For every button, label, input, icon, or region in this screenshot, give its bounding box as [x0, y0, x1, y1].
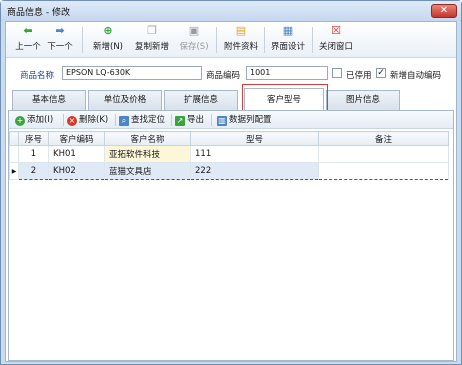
customer-code-cell[interactable]: KH01 — [48, 145, 105, 163]
column-header[interactable]: 客户名称 — [104, 131, 191, 146]
layout-icon: ▦ — [282, 24, 294, 37]
disabled-label: 已停用 — [346, 71, 372, 81]
export-button[interactable]: ↗ 导出 — [175, 114, 204, 126]
copy-new-button[interactable]: ❐ 复制新增 — [132, 25, 172, 55]
seq-cell[interactable]: 2 — [18, 162, 49, 180]
toolbar-divider — [264, 27, 265, 53]
customer-model-table: 序号 客户编码 客户名称 型号 备注 1 KH01 亚拓软件科技 111 ▶ 2… — [9, 131, 449, 180]
seq-cell[interactable]: 1 — [18, 145, 49, 163]
search-icon: ⌕ — [119, 116, 129, 126]
customer-model-panel: + 添加(I) × 删除(K) ⌕ 查找定位 ↗ 导出 ▥ 数据列配置 序号 客… — [8, 110, 454, 361]
tab-strip: 基本信息 单位及价格 扩展信息 客户型号 图片信息 — [6, 88, 456, 111]
copy-icon: ❐ — [147, 24, 157, 37]
title-bar[interactable]: 商品信息 - 修改 ✕ — [1, 1, 461, 21]
column-header[interactable]: 序号 — [18, 131, 49, 146]
toolbar-divider — [216, 27, 217, 53]
tab-customer-model[interactable]: 客户型号 — [244, 88, 324, 111]
tab-extended-info[interactable]: 扩展信息 — [164, 90, 238, 110]
left-arrow-icon: ⬅ — [23, 24, 33, 37]
column-header[interactable]: 型号 — [190, 131, 319, 146]
delete-icon: × — [67, 116, 77, 126]
right-arrow-icon: ➡ — [55, 24, 65, 37]
attachment-button[interactable]: ▤ 附件资料 — [222, 25, 260, 55]
main-toolbar: ⬅ 上一个 ➡ 下一个 ⊕ 新增(N) ❐ 复制新增 ▣ 保存(S) ▤ 附件资… — [6, 22, 456, 58]
product-form: 商品名称 EPSON LQ-630K 商品编码 1001 已停用 ✓ 新增自动编… — [6, 58, 456, 86]
model-cell[interactable]: 111 — [190, 145, 319, 163]
customer-code-cell[interactable]: KH02 — [48, 162, 105, 180]
add-icon: + — [15, 116, 25, 126]
product-name-field[interactable]: EPSON LQ-630K — [62, 66, 202, 80]
model-cell[interactable]: 222 — [190, 162, 319, 180]
toolbar-divider — [82, 27, 83, 53]
product-info-window: 商品信息 - 修改 ✕ ⬅ 上一个 ➡ 下一个 ⊕ 新增(N) ❐ 复制新增 ▣ — [0, 0, 462, 365]
customer-name-cell[interactable]: 蓝猫文具店 — [104, 162, 191, 180]
attachment-icon: ▤ — [235, 24, 247, 37]
grid-toolbar-divider — [211, 114, 212, 126]
tab-units-prices[interactable]: 单位及价格 — [88, 90, 162, 110]
table-row-selected[interactable]: ▶ 2 KH02 蓝猫文具店 222 — [9, 162, 449, 180]
column-header[interactable]: 备注 — [318, 131, 449, 146]
customer-name-cell[interactable]: 亚拓软件科技 — [104, 145, 191, 163]
remark-cell[interactable] — [318, 145, 449, 163]
column-config-button[interactable]: ▥ 数据列配置 — [217, 114, 272, 126]
toolbar-divider — [312, 27, 313, 53]
save-icon: ▣ — [188, 24, 200, 37]
next-button[interactable]: ➡ 下一个 — [46, 25, 74, 55]
close-window-button[interactable]: ☒ 关闭窗口 — [316, 25, 356, 55]
layout-design-button[interactable]: ▦ 界面设计 — [268, 25, 308, 55]
delete-row-button[interactable]: × 删除(K) — [67, 114, 108, 126]
content-area: ⬅ 上一个 ➡ 下一个 ⊕ 新增(N) ❐ 复制新增 ▣ 保存(S) ▤ 附件资… — [5, 21, 457, 362]
export-icon: ↗ — [175, 116, 185, 126]
tab-image-info[interactable]: 图片信息 — [326, 90, 400, 110]
table-header-row: 序号 客户编码 客户名称 型号 备注 — [9, 131, 449, 146]
close-window-icon: ☒ — [331, 24, 341, 37]
grid-toolbar-divider — [63, 114, 64, 126]
auto-code-label: 新增自动编码 — [390, 71, 442, 81]
find-button[interactable]: ⌕ 查找定位 — [119, 114, 165, 126]
grid-toolbar-divider — [171, 114, 172, 126]
remark-cell[interactable] — [318, 162, 449, 180]
disabled-checkbox[interactable] — [332, 68, 342, 78]
auto-code-checkbox[interactable]: ✓ — [376, 68, 386, 78]
save-button[interactable]: ▣ 保存(S) — [176, 25, 212, 55]
add-icon: ⊕ — [103, 24, 113, 37]
table-row[interactable]: 1 KH01 亚拓软件科技 111 — [9, 145, 449, 163]
product-code-field[interactable]: 1001 — [246, 66, 328, 80]
new-button[interactable]: ⊕ 新增(N) — [90, 25, 126, 55]
current-row-arrow-icon: ▶ — [9, 162, 19, 180]
grid-toolbar: + 添加(I) × 删除(K) ⌕ 查找定位 ↗ 导出 ▥ 数据列配置 — [9, 111, 453, 129]
columns-icon: ▥ — [217, 116, 227, 126]
row-indicator — [9, 145, 19, 163]
tab-basic-info[interactable]: 基本信息 — [12, 90, 86, 110]
window-title: 商品信息 - 修改 — [7, 8, 70, 18]
grid-toolbar-divider — [115, 114, 116, 126]
column-header[interactable]: 客户编码 — [48, 131, 105, 146]
row-indicator-header — [9, 131, 19, 146]
add-row-button[interactable]: + 添加(I) — [15, 114, 53, 126]
previous-button[interactable]: ⬅ 上一个 — [14, 25, 42, 55]
product-code-label: 商品编码 — [206, 71, 241, 81]
close-icon[interactable]: ✕ — [431, 4, 457, 18]
product-name-label: 商品名称 — [20, 71, 55, 81]
